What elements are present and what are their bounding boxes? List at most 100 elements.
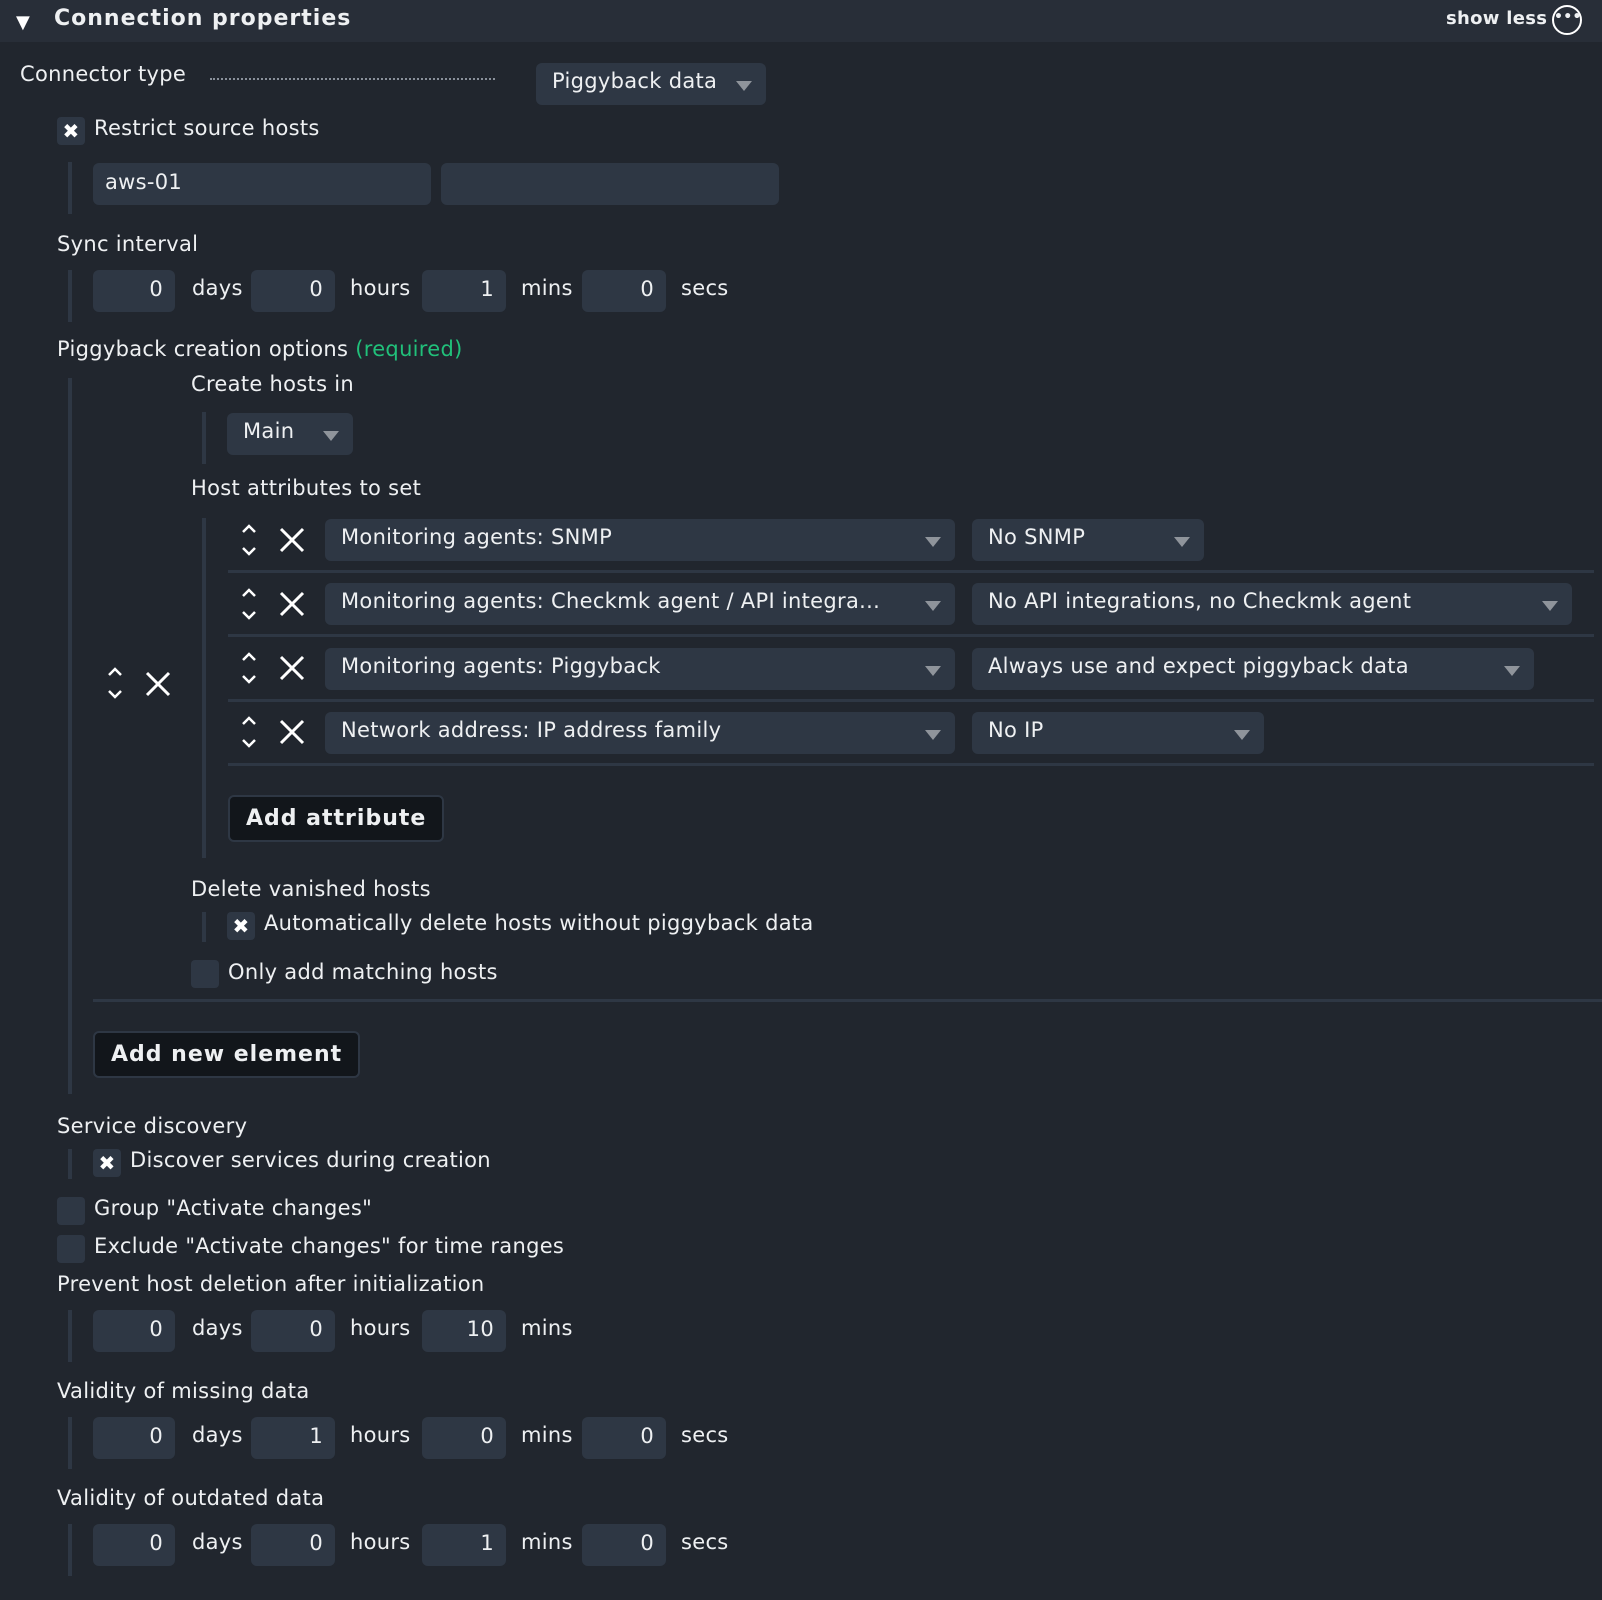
outdated-secs-input[interactable]: 0 bbox=[582, 1524, 666, 1566]
missing-days-input[interactable]: 0 bbox=[93, 1417, 175, 1459]
secs-unit: secs bbox=[681, 1530, 729, 1554]
chevron-down-icon bbox=[925, 537, 941, 547]
indent-line bbox=[68, 1417, 72, 1469]
attribute-value-select[interactable]: Always use and expect piggyback data bbox=[972, 648, 1534, 690]
prevent-deletion-label: Prevent host deletion after initializati… bbox=[57, 1272, 485, 1296]
chevron-down-icon bbox=[925, 666, 941, 676]
indent-line bbox=[68, 270, 72, 322]
hours-unit: hours bbox=[350, 1423, 411, 1447]
group-activate-label: Group "Activate changes" bbox=[94, 1196, 373, 1220]
delete-vanished-checkbox[interactable]: ✖ bbox=[227, 912, 255, 940]
mins-unit: mins bbox=[521, 276, 573, 300]
missing-hours-input[interactable]: 1 bbox=[251, 1417, 335, 1459]
only-matching-label: Only add matching hosts bbox=[228, 960, 498, 984]
validity-outdated-label: Validity of outdated data bbox=[57, 1486, 325, 1510]
remove-attribute-icon[interactable] bbox=[278, 654, 306, 682]
secs-unit: secs bbox=[681, 276, 729, 300]
section-header[interactable]: ▼ Connection properties show less ••• bbox=[0, 0, 1602, 42]
sync-hours-input[interactable]: 0 bbox=[251, 270, 335, 312]
outdated-hours-input[interactable]: 0 bbox=[251, 1524, 335, 1566]
indent-line bbox=[202, 412, 206, 464]
piggyback-creation-title: Piggyback creation options bbox=[57, 337, 349, 361]
create-hosts-in-select[interactable]: Main bbox=[227, 413, 353, 455]
reorder-icon[interactable] bbox=[240, 587, 258, 621]
attribute-value-select[interactable]: No API integrations, no Checkmk agent bbox=[972, 583, 1572, 625]
sync-secs-input[interactable]: 0 bbox=[582, 270, 666, 312]
missing-secs-input[interactable]: 0 bbox=[582, 1417, 666, 1459]
outdated-mins-input[interactable]: 1 bbox=[422, 1524, 506, 1566]
sync-days-input[interactable]: 0 bbox=[93, 270, 175, 312]
remove-element-icon[interactable] bbox=[144, 670, 172, 698]
attribute-select[interactable]: Network address: IP address family bbox=[325, 712, 955, 754]
dotted-leader bbox=[210, 78, 495, 80]
chevron-down-icon bbox=[925, 730, 941, 740]
reorder-icon[interactable] bbox=[240, 715, 258, 749]
add-attribute-button[interactable]: Add attribute bbox=[228, 795, 445, 842]
attribute-select[interactable]: Monitoring agents: Checkmk agent / API i… bbox=[325, 583, 955, 625]
hours-unit: hours bbox=[350, 1530, 411, 1554]
ellipsis-circle-icon[interactable]: ••• bbox=[1552, 5, 1582, 35]
attribute-select[interactable]: Monitoring agents: SNMP bbox=[325, 519, 955, 561]
chevron-down-icon bbox=[736, 81, 752, 91]
validity-missing-label: Validity of missing data bbox=[57, 1379, 310, 1403]
prevent-days-input[interactable]: 0 bbox=[93, 1310, 175, 1352]
row-divider bbox=[228, 763, 1594, 766]
mins-unit: mins bbox=[521, 1316, 573, 1340]
delete-vanished-checkbox-label: Automatically delete hosts without piggy… bbox=[264, 911, 814, 935]
row-divider bbox=[228, 699, 1594, 702]
attribute-name: Network address: IP address family bbox=[341, 718, 722, 742]
source-host-input-1[interactable]: aws-01 bbox=[93, 163, 431, 205]
attribute-name: Monitoring agents: SNMP bbox=[341, 525, 613, 549]
host-attributes-label: Host attributes to set bbox=[191, 476, 422, 500]
section-title: Connection properties bbox=[54, 6, 352, 31]
discover-services-checkbox[interactable]: ✖ bbox=[93, 1149, 121, 1177]
chevron-down-icon bbox=[323, 431, 339, 441]
mins-unit: mins bbox=[521, 1423, 573, 1447]
indent-line bbox=[68, 378, 72, 1094]
hours-unit: hours bbox=[350, 1316, 411, 1340]
outdated-days-input[interactable]: 0 bbox=[93, 1524, 175, 1566]
mins-unit: mins bbox=[521, 1530, 573, 1554]
reorder-icon[interactable] bbox=[106, 666, 124, 700]
sync-interval-label: Sync interval bbox=[57, 232, 199, 256]
exclude-activate-checkbox[interactable] bbox=[57, 1235, 85, 1263]
chevron-down-icon bbox=[1542, 601, 1558, 611]
service-discovery-label: Service discovery bbox=[57, 1114, 248, 1138]
sync-mins-input[interactable]: 1 bbox=[422, 270, 506, 312]
attribute-value-select[interactable]: No SNMP bbox=[972, 519, 1204, 561]
attribute-select[interactable]: Monitoring agents: Piggyback bbox=[325, 648, 955, 690]
attribute-value: No SNMP bbox=[988, 525, 1086, 549]
remove-attribute-icon[interactable] bbox=[278, 526, 306, 554]
chevron-down-icon bbox=[1504, 666, 1520, 676]
source-host-input-2[interactable] bbox=[441, 163, 779, 205]
element-divider bbox=[93, 999, 1602, 1002]
chevron-down-icon bbox=[1234, 730, 1250, 740]
group-activate-checkbox[interactable] bbox=[57, 1197, 85, 1225]
days-unit: days bbox=[192, 1423, 243, 1447]
show-less-link[interactable]: show less bbox=[1446, 8, 1547, 29]
triangle-down-icon[interactable]: ▼ bbox=[16, 12, 30, 33]
prevent-mins-input[interactable]: 10 bbox=[422, 1310, 506, 1352]
connector-type-select[interactable]: Piggyback data bbox=[536, 63, 766, 105]
create-hosts-in-label: Create hosts in bbox=[191, 372, 355, 396]
restrict-source-hosts-label: Restrict source hosts bbox=[94, 116, 320, 140]
days-unit: days bbox=[192, 1316, 243, 1340]
remove-attribute-icon[interactable] bbox=[278, 718, 306, 746]
missing-mins-input[interactable]: 0 bbox=[422, 1417, 506, 1459]
remove-attribute-icon[interactable] bbox=[278, 590, 306, 618]
prevent-hours-input[interactable]: 0 bbox=[251, 1310, 335, 1352]
attribute-value: No IP bbox=[988, 718, 1044, 742]
add-new-element-button[interactable]: Add new element bbox=[93, 1031, 361, 1078]
restrict-source-hosts-checkbox[interactable]: ✖ bbox=[57, 117, 85, 145]
attribute-value-select[interactable]: No IP bbox=[972, 712, 1264, 754]
row-divider bbox=[228, 570, 1594, 573]
reorder-icon[interactable] bbox=[240, 651, 258, 685]
only-matching-checkbox[interactable] bbox=[191, 960, 219, 988]
piggyback-creation-label: Piggyback creation options (required) bbox=[57, 337, 463, 361]
delete-vanished-label: Delete vanished hosts bbox=[191, 877, 431, 901]
indent-line bbox=[68, 1310, 72, 1362]
attribute-name: Monitoring agents: Piggyback bbox=[341, 654, 661, 678]
reorder-icon[interactable] bbox=[240, 523, 258, 557]
secs-unit: secs bbox=[681, 1423, 729, 1447]
connector-type-value: Piggyback data bbox=[552, 69, 718, 93]
